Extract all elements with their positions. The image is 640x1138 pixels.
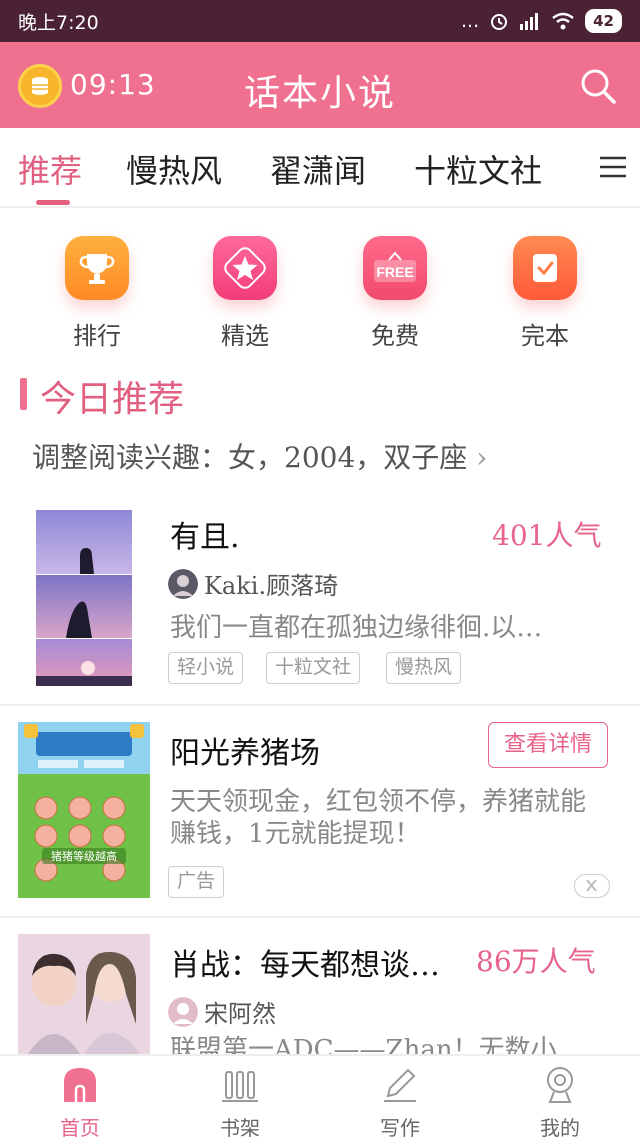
status-bar: 晚上7:20 ... 42 bbox=[0, 0, 640, 42]
profile-icon bbox=[547, 1067, 573, 1103]
quick-link-label: 免费 bbox=[371, 322, 419, 350]
quick-link-ranking[interactable]: 排行 bbox=[42, 236, 152, 351]
book-title: 肖战：每天都想谈… bbox=[170, 948, 440, 983]
free-icon: FREE bbox=[363, 236, 427, 300]
avatar bbox=[168, 996, 198, 1027]
free-badge-text: FREE bbox=[376, 264, 413, 280]
quick-link-label: 完本 bbox=[521, 322, 569, 350]
quick-link-featured[interactable]: 精选 bbox=[190, 236, 300, 351]
ad-label: 广告 bbox=[168, 866, 225, 898]
avatar bbox=[168, 568, 198, 599]
more-dots: ... bbox=[461, 10, 480, 32]
book-cover-image bbox=[18, 934, 150, 1054]
ad-image-caption: 猪猪等级越高 bbox=[51, 849, 117, 863]
popularity-count: 86万人气 bbox=[476, 945, 596, 978]
signal-icon bbox=[520, 13, 539, 30]
chevron-right-icon: › bbox=[476, 441, 488, 474]
tab-recommend[interactable]: 推荐 bbox=[18, 146, 82, 192]
tab-menu-icon[interactable] bbox=[598, 154, 626, 180]
interest-text: 调整阅读兴趣：女，2004，双子座 bbox=[32, 441, 468, 474]
nav-home[interactable]: 首页 bbox=[30, 1064, 130, 1138]
ad-title: 阳光养猪场 bbox=[170, 736, 320, 771]
popularity-count: 401人气 bbox=[492, 519, 602, 552]
home-icon bbox=[64, 1068, 96, 1102]
quick-link-label: 精选 bbox=[221, 322, 269, 350]
alarm-clock-icon bbox=[491, 14, 508, 30]
quick-link-completed[interactable]: 完本 bbox=[490, 236, 600, 351]
nav-profile[interactable]: 我的 bbox=[510, 1064, 610, 1138]
tab-shili-wenshe[interactable]: 十粒文社 bbox=[414, 146, 542, 192]
nav-label: 首页 bbox=[60, 1116, 100, 1138]
divider bbox=[0, 704, 640, 706]
book-title: 有且. bbox=[170, 520, 240, 555]
tab-zhai-xiaowen[interactable]: 翟潇闻 bbox=[270, 146, 366, 192]
divider bbox=[0, 916, 640, 918]
pen-icon bbox=[384, 1068, 416, 1102]
ad-description: 天天领现金，红包领不停，养猪就能赚钱，1元就能提现！ bbox=[170, 787, 587, 849]
section-title: 今日推荐 bbox=[40, 379, 185, 420]
quick-link-free[interactable]: FREE 免费 bbox=[340, 236, 450, 351]
ad-game-image: 猪猪等级越高 bbox=[18, 722, 150, 898]
section-marker bbox=[20, 378, 27, 410]
checkbook-icon bbox=[513, 236, 577, 300]
status-time: 晚上7:20 bbox=[18, 11, 99, 34]
search-icon[interactable] bbox=[578, 66, 618, 106]
tag-chip[interactable]: 轻小说 bbox=[168, 652, 244, 684]
reading-timer[interactable]: 09:13 bbox=[70, 68, 156, 101]
author-name: Kaki.顾落琦 bbox=[204, 572, 339, 600]
author-name: 宋阿然 bbox=[204, 1000, 276, 1028]
quick-link-label: 排行 bbox=[73, 322, 121, 350]
tab-active-indicator bbox=[36, 200, 70, 205]
wifi-icon bbox=[552, 12, 574, 30]
close-ad-button[interactable] bbox=[574, 874, 610, 898]
category-tabs: 推荐 慢热风 翟潇闻 十粒文社 bbox=[0, 128, 640, 208]
nav-label: 写作 bbox=[380, 1116, 420, 1138]
app-bar: 09:13 话本小说 bbox=[0, 42, 640, 128]
reading-timer-icon[interactable] bbox=[18, 64, 62, 108]
bookshelf-icon bbox=[222, 1071, 258, 1102]
view-details-button[interactable]: 查看详情 bbox=[488, 722, 608, 768]
author-row: 宋阿然 bbox=[168, 994, 276, 1029]
book-cover-image bbox=[36, 510, 132, 686]
nav-write[interactable]: 写作 bbox=[350, 1064, 450, 1138]
nav-label: 书架 bbox=[220, 1116, 260, 1138]
tab-slow-burn[interactable]: 慢热风 bbox=[126, 146, 222, 192]
author-row: Kaki.顾落琦 bbox=[168, 566, 338, 601]
close-icon bbox=[586, 879, 597, 892]
book-description: 联盟第一ADC——Zhan！无数小… bbox=[170, 1035, 583, 1054]
trophy-icon bbox=[65, 236, 129, 300]
tag-chip[interactable]: 慢热风 bbox=[386, 652, 462, 684]
bottom-nav: 首页 书架 写作 我的 bbox=[0, 1054, 640, 1138]
adjust-interest-link[interactable]: 调整阅读兴趣：女，2004，双子座 › bbox=[32, 436, 487, 476]
book-description: 我们一直都在孤独边缘徘徊.以… bbox=[170, 613, 543, 643]
battery-level: 42 bbox=[585, 9, 622, 33]
nav-label: 我的 bbox=[540, 1116, 580, 1138]
tag-chip[interactable]: 十粒文社 bbox=[266, 652, 361, 684]
nav-bookshelf[interactable]: 书架 bbox=[190, 1064, 290, 1138]
status-icons: ... 42 bbox=[461, 9, 622, 33]
star-icon bbox=[213, 236, 277, 300]
